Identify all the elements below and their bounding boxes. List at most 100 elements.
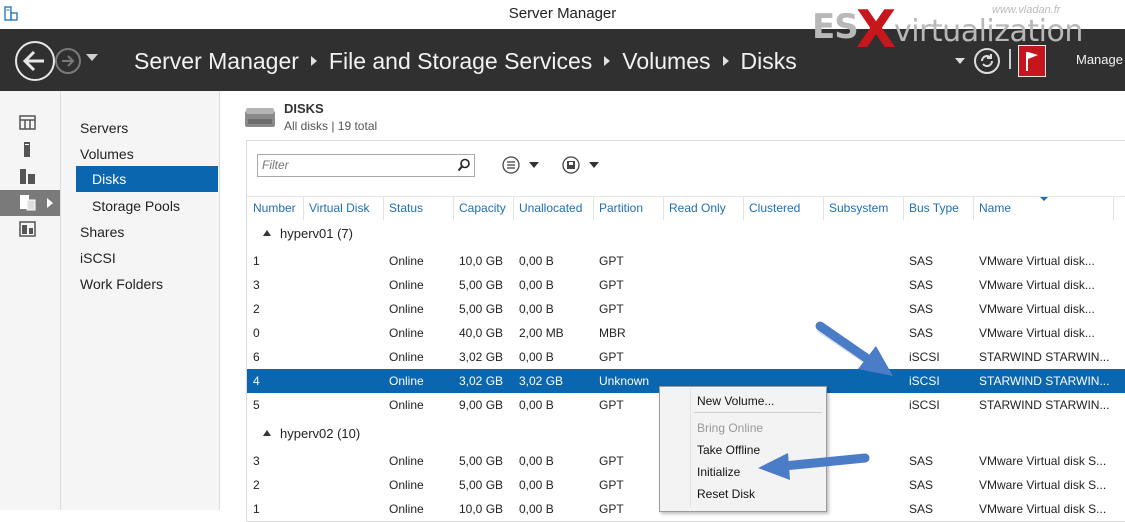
group-header[interactable]: hyperv02 (10) (247, 424, 547, 446)
filter-input[interactable] (258, 155, 456, 174)
forward-arrow-icon (62, 55, 75, 67)
rail-all-servers[interactable] (0, 164, 60, 190)
column-divider (1113, 197, 1114, 220)
column-divider (903, 197, 904, 220)
menu-item-initialize[interactable]: Initialize (697, 465, 740, 479)
column-headers: Number Virtual Disk Status Capacity Unalloca… (247, 196, 1125, 220)
cell-partition: GPT (599, 454, 624, 468)
cell-name: VMware Virtual disk... (979, 326, 1095, 340)
rail-dashboard[interactable] (0, 111, 60, 137)
cell-status: Online (389, 254, 424, 268)
cell-status: Online (389, 478, 424, 492)
table-row[interactable]: 6 Online 3,02 GB 0,00 B GPT iSCSI STARWIND STA… (247, 345, 1125, 369)
breadcrumb-item[interactable]: Disks (741, 48, 797, 75)
cell-partition: GPT (599, 278, 624, 292)
cell-name: STARWIND STARWIN... (979, 350, 1110, 364)
chevron-down-icon (589, 162, 599, 168)
column-header[interactable]: Capacity (459, 201, 506, 215)
menu-item-new-volume[interactable]: New Volume... (697, 394, 774, 408)
rail-file-storage[interactable] (0, 190, 60, 216)
column-divider (513, 197, 514, 220)
column-divider (663, 197, 664, 220)
filter-box[interactable] (257, 154, 475, 177)
cell-bus: SAS (909, 454, 934, 468)
column-header[interactable]: Read Only (669, 201, 726, 215)
cell-name: VMware Virtual disk... (979, 278, 1095, 292)
cell-bus: iSCSI (909, 374, 940, 388)
save-query-button[interactable] (561, 154, 601, 176)
column-header[interactable]: Name (979, 201, 1011, 215)
breadcrumb-item[interactable]: Server Manager (134, 48, 299, 75)
cell-partition: MBR (599, 326, 626, 340)
menu-item-reset-disk[interactable]: Reset Disk (697, 487, 755, 501)
breadcrumb-item[interactable]: Volumes (622, 48, 710, 75)
column-header[interactable]: Partition (599, 201, 643, 215)
nav-item-work-folders[interactable]: Work Folders (80, 271, 163, 297)
servers-icon (20, 169, 35, 184)
roles-icon (19, 221, 36, 237)
cell-number: 3 (253, 454, 260, 468)
nav-item-shares[interactable]: Shares (80, 219, 124, 245)
collapse-icon[interactable] (263, 430, 271, 436)
cell-status: Online (389, 302, 424, 316)
column-divider (303, 197, 304, 220)
column-header[interactable]: Bus Type (909, 201, 959, 215)
table-row[interactable]: 2 Online 5,00 GB 0,00 B GPT SAS VMware Virtual… (247, 297, 1125, 321)
column-header[interactable]: Subsystem (829, 201, 888, 215)
cell-number: 5 (253, 398, 260, 412)
cell-unallocated: 0,00 B (519, 278, 554, 292)
nav-item-servers[interactable]: Servers (80, 115, 128, 141)
breadcrumb-item[interactable]: File and Storage Services (329, 48, 592, 75)
collapse-icon[interactable] (263, 230, 271, 236)
save-icon (562, 156, 580, 174)
chevron-down-icon[interactable] (955, 58, 965, 64)
nav-item-iscsi[interactable]: iSCSI (80, 245, 116, 271)
table-row[interactable]: 0 Online 40,0 GB 2,00 MB MBR SAS VMware Virtua… (247, 321, 1125, 345)
cell-name: STARWIND STARWIN... (979, 398, 1110, 412)
cell-bus: iSCSI (909, 350, 940, 364)
nav-item-storage-pools[interactable]: Storage Pools (92, 193, 180, 219)
cell-partition: GPT (599, 350, 624, 364)
column-header[interactable]: Clustered (749, 201, 800, 215)
list-options-button[interactable] (501, 154, 541, 176)
cell-bus: SAS (909, 254, 934, 268)
column-header[interactable]: Number (253, 201, 296, 215)
search-icon[interactable] (457, 158, 471, 172)
column-header[interactable]: Unallocated (519, 201, 582, 215)
table-row[interactable]: 3 Online 5,00 GB 0,00 B GPT SAS VMware Virtual… (247, 273, 1125, 297)
history-dropdown-icon[interactable] (86, 54, 98, 61)
nav-item-disks[interactable]: Disks (76, 166, 218, 192)
menu-item-take-offline[interactable]: Take Offline (697, 443, 760, 457)
nav-item-volumes[interactable]: Volumes (80, 141, 134, 167)
cell-bus: SAS (909, 278, 934, 292)
section-title: DISKS (284, 101, 324, 116)
disk-icon (245, 108, 275, 127)
cell-unallocated: 3,02 GB (519, 374, 564, 388)
column-header[interactable]: Virtual Disk (309, 201, 369, 215)
cell-capacity: 5,00 GB (459, 278, 504, 292)
cell-name: STARWIND STARWIN... (979, 374, 1110, 388)
cell-number: 4 (253, 374, 260, 388)
cell-status: Online (389, 398, 424, 412)
back-button[interactable] (15, 41, 55, 81)
cell-unallocated: 0,00 B (519, 302, 554, 316)
cell-capacity: 9,00 GB (459, 398, 504, 412)
forward-button[interactable] (55, 48, 81, 74)
cell-unallocated: 0,00 B (519, 502, 554, 516)
menu-separator (694, 412, 822, 413)
cell-capacity: 3,02 GB (459, 350, 504, 364)
cell-bus: SAS (909, 326, 934, 340)
cell-name: VMware Virtual disk... (979, 302, 1095, 316)
table-row[interactable]: 1 Online 10,0 GB 0,00 B GPT SAS VMware Virtual… (247, 249, 1125, 273)
rail-roles[interactable] (0, 216, 60, 242)
group-header[interactable]: hyperv01 (7) (247, 224, 547, 246)
column-header[interactable]: Status (389, 201, 423, 215)
menu-item-bring-online: Bring Online (697, 421, 764, 435)
list-options-icon (502, 156, 520, 174)
back-arrow-icon (22, 50, 44, 72)
rail-local-server[interactable] (0, 137, 60, 163)
cell-number: 6 (253, 350, 260, 364)
cell-capacity: 3,02 GB (459, 374, 504, 388)
watermark-logo: ES X virtualization www.vladan.fr (812, 0, 1117, 60)
group-label: hyperv01 (7) (280, 226, 353, 241)
